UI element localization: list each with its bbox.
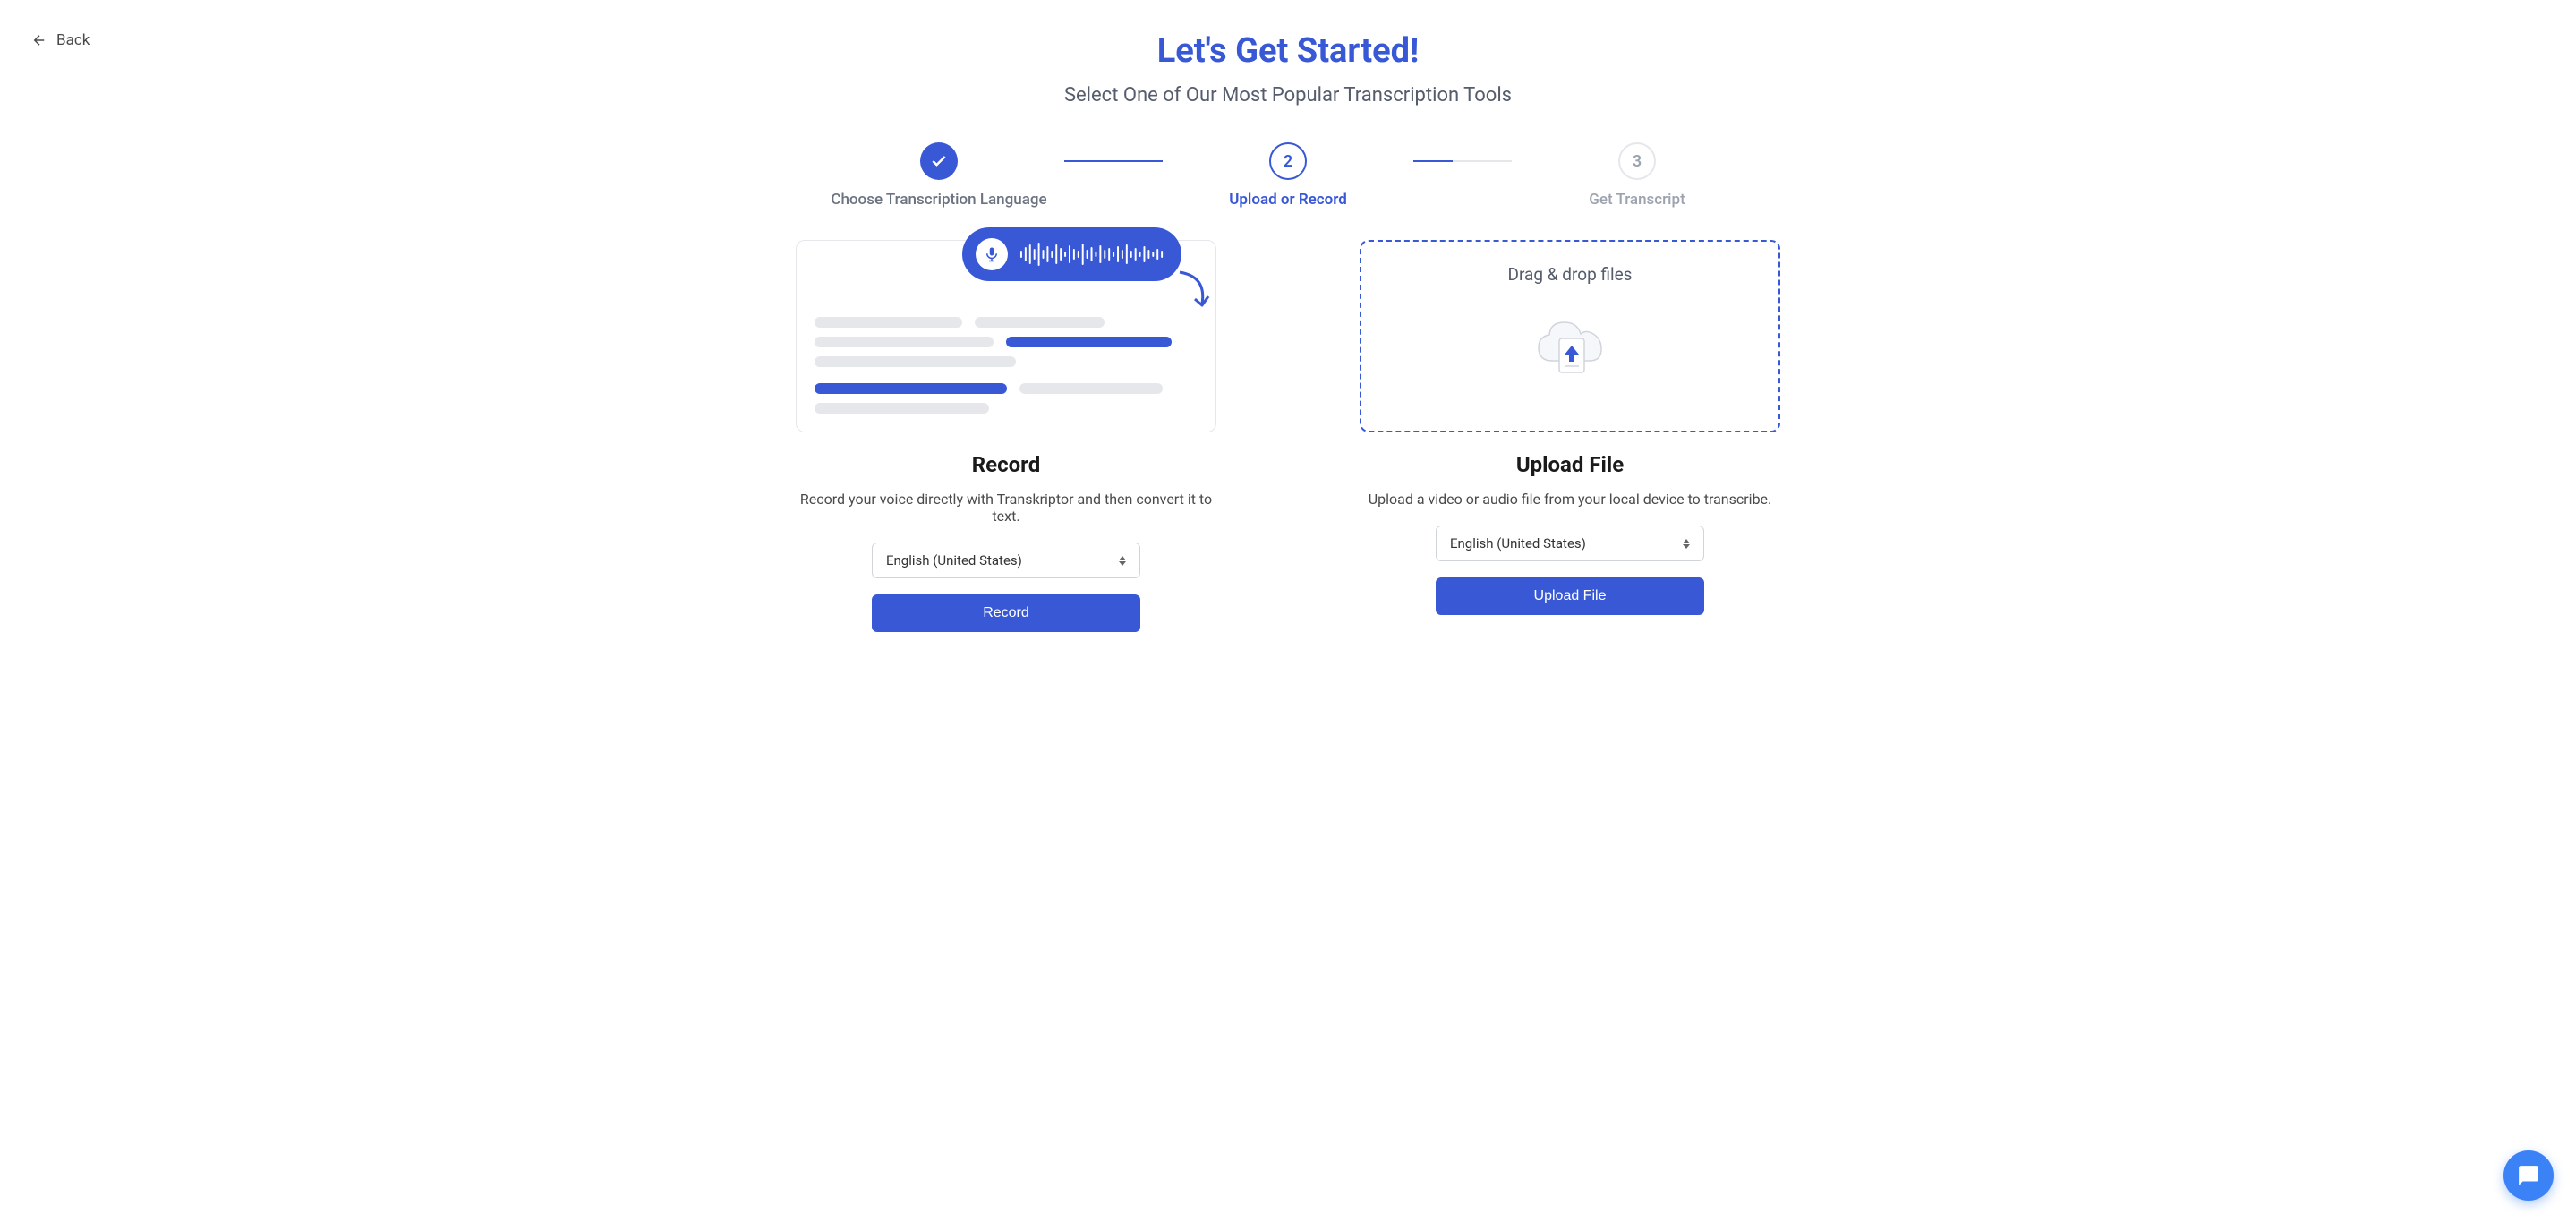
upload-language-value: English (United States) xyxy=(1450,535,1586,552)
back-label: Back xyxy=(56,31,90,49)
record-section: Record Record your voice directly with T… xyxy=(787,240,1225,632)
microphone-icon xyxy=(976,238,1008,270)
upload-language-select[interactable]: English (United States) xyxy=(1436,526,1704,561)
chat-widget-button[interactable] xyxy=(2503,1150,2554,1201)
record-button[interactable]: Record xyxy=(872,594,1140,632)
step-3: 3 Get Transcript xyxy=(1512,142,1762,209)
record-pill-illustration xyxy=(962,227,1181,281)
step-connector-2 xyxy=(1413,160,1512,162)
upload-description: Upload a video or audio file from your l… xyxy=(1369,491,1772,508)
step-3-label: Get Transcript xyxy=(1589,191,1685,209)
record-description: Record your voice directly with Transkri… xyxy=(787,491,1225,525)
step-2-label: Upload or Record xyxy=(1229,191,1347,209)
upload-title: Upload File xyxy=(1516,452,1624,477)
record-language-select[interactable]: English (United States) xyxy=(872,543,1140,578)
dropzone-text: Drag & drop files xyxy=(1507,264,1632,285)
upload-button[interactable]: Upload File xyxy=(1436,577,1704,615)
chat-icon xyxy=(2517,1164,2540,1187)
step-1-circle xyxy=(920,142,958,180)
stepper: Choose Transcription Language 2 Upload o… xyxy=(751,142,1825,209)
select-arrows-icon xyxy=(1119,556,1126,566)
step-2: 2 Upload or Record xyxy=(1163,142,1413,209)
step-2-circle: 2 xyxy=(1269,142,1307,180)
curved-arrow-icon xyxy=(1175,268,1211,312)
upload-section: Drag & drop files Upload File Upload a v… xyxy=(1351,240,1789,632)
record-title: Record xyxy=(972,452,1040,477)
page-title: Let's Get Started! xyxy=(751,31,1825,71)
step-connector-1 xyxy=(1064,160,1163,162)
upload-dropzone[interactable]: Drag & drop files xyxy=(1360,240,1780,432)
step-1-label: Choose Transcription Language xyxy=(831,191,1046,209)
cloud-upload-icon xyxy=(1525,303,1615,392)
text-lines-illustration xyxy=(815,317,1198,414)
step-3-circle: 3 xyxy=(1618,142,1656,180)
arrow-left-icon xyxy=(31,32,47,48)
select-arrows-icon xyxy=(1683,539,1690,549)
waveform-icon xyxy=(1019,241,1168,268)
check-icon xyxy=(930,152,948,170)
back-button[interactable]: Back xyxy=(31,31,90,49)
step-1: Choose Transcription Language xyxy=(814,142,1064,209)
record-language-value: English (United States) xyxy=(886,552,1022,569)
record-illustration xyxy=(796,240,1216,432)
page-subtitle: Select One of Our Most Popular Transcrip… xyxy=(751,84,1825,107)
